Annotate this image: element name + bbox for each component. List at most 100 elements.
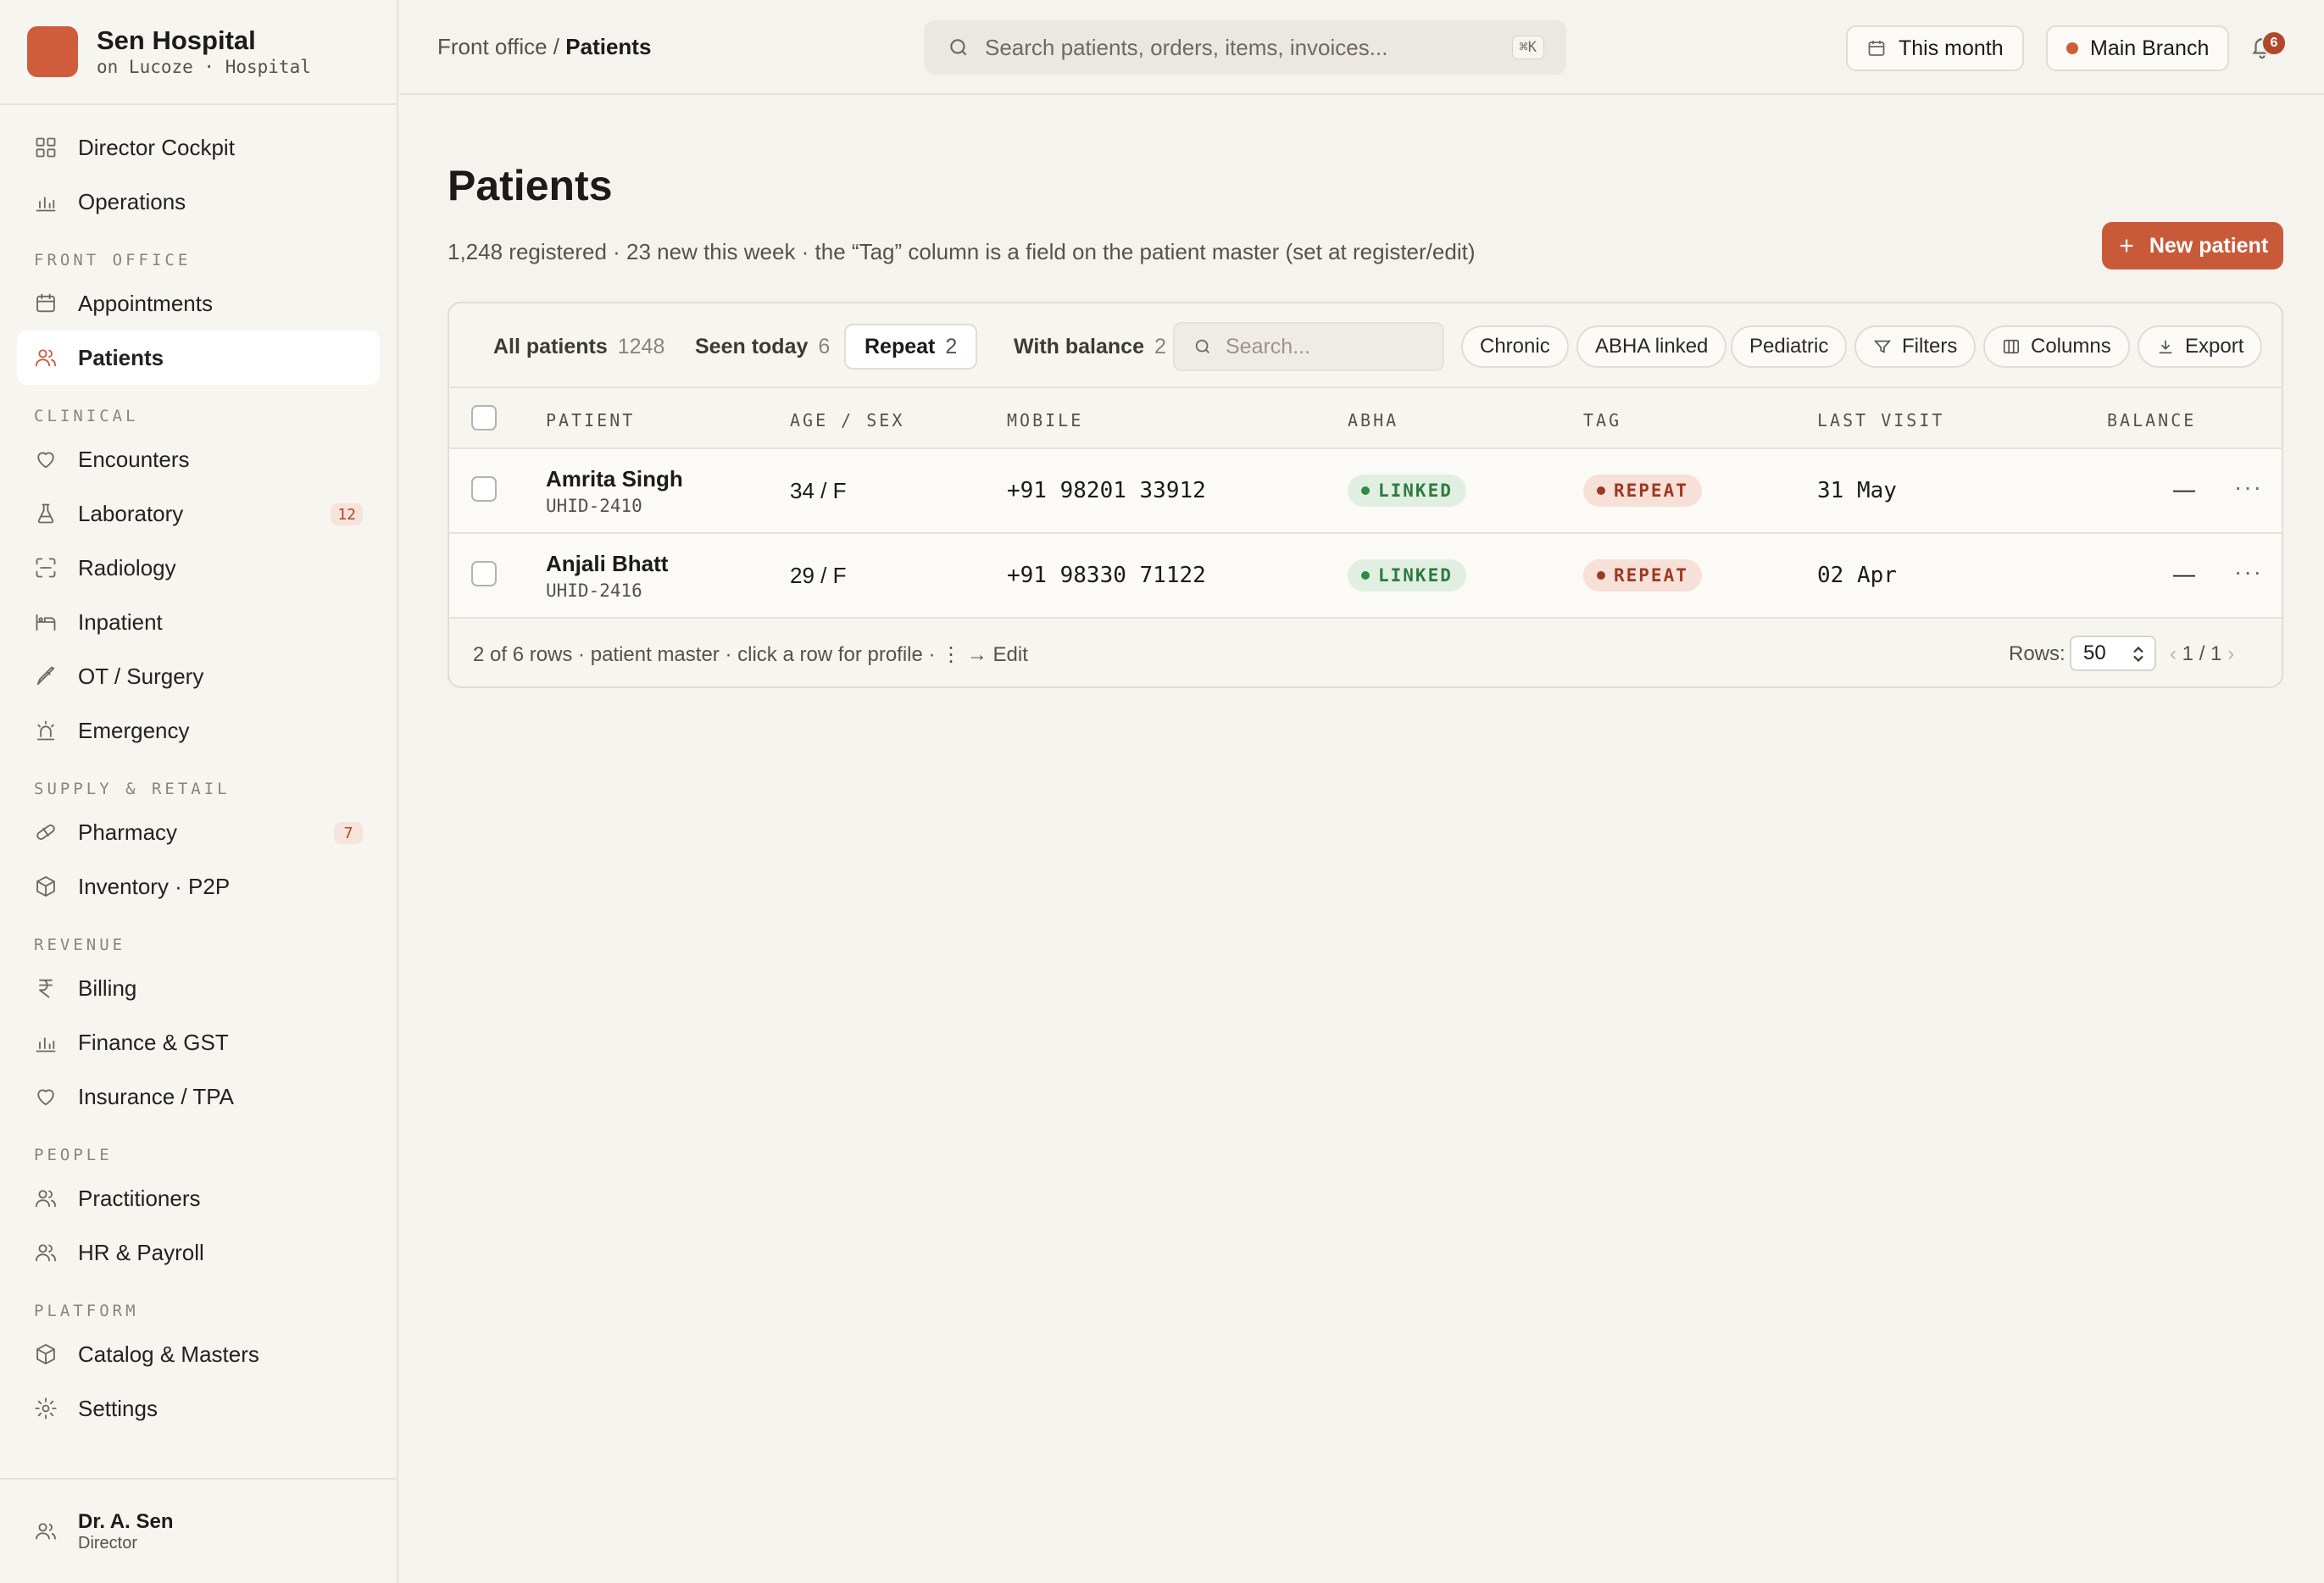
sidebar-item-label: Settings xyxy=(78,1395,158,1421)
breadcrumb-parent[interactable]: Front office / xyxy=(437,34,559,59)
tag-badge: REPEAT xyxy=(1583,559,1702,592)
sidebar-item-label: Inpatient xyxy=(78,608,163,635)
tab-all-patients[interactable]: All patients 1248 xyxy=(475,324,683,369)
table-footer: 2 of 6 rows · patient master · click a r… xyxy=(449,620,2282,686)
new-patient-button[interactable]: New patient xyxy=(2102,222,2283,269)
abha-status-badge: LINKED xyxy=(1348,559,1466,592)
sidebar-item-label: HR & Payroll xyxy=(78,1239,204,1265)
users-icon xyxy=(34,346,58,369)
row-more-icon[interactable]: ··· xyxy=(2234,560,2268,590)
columns-button[interactable]: Columns xyxy=(1983,325,2130,368)
user-role: Director xyxy=(78,1533,138,1552)
chip-abha-linked[interactable]: ABHA linked xyxy=(1576,325,1727,368)
abha-status-badge: LINKED xyxy=(1348,475,1466,507)
sidebar-item-inpatient[interactable]: Inpatient xyxy=(17,595,380,649)
export-button[interactable]: Export xyxy=(2138,325,2263,368)
siren-icon xyxy=(34,719,58,742)
sidebar-item-patients[interactable]: Patients xyxy=(17,330,380,385)
export-label: Export xyxy=(2185,335,2244,358)
heart-icon xyxy=(34,447,58,471)
page-total: 1 xyxy=(2210,642,2222,665)
last-visit: 02 Apr xyxy=(1817,563,1897,588)
table-row[interactable]: Anjali Bhatt UHID-2416 29 / F +91 98330 … xyxy=(449,534,2282,619)
sidebar: Sen Hospital on Lucoze · Hospital Direct… xyxy=(0,0,398,1583)
rupee-icon xyxy=(34,976,58,1000)
box-icon xyxy=(34,875,58,898)
patients-card: All patients 1248 Seen today 6 Repeat 2 Wit… xyxy=(448,302,2283,688)
prev-page-icon[interactable]: ‹ xyxy=(2170,642,2177,665)
select-all-checkbox[interactable] xyxy=(471,405,497,430)
col-balance[interactable]: BALANCE xyxy=(2107,410,2196,430)
row-checkbox[interactable] xyxy=(471,561,497,586)
branch-status-dot xyxy=(2066,42,2078,54)
sidebar-item-finance-gst[interactable]: Finance & GST xyxy=(17,1015,380,1069)
table-row[interactable]: Amrita Singh UHID-2410 34 / F +91 98201 … xyxy=(449,449,2282,534)
rows-per-page-select[interactable]: 50 xyxy=(2070,636,2156,671)
sidebar-item-appointments[interactable]: Appointments xyxy=(17,276,380,330)
patient-cell: Amrita Singh UHID-2410 xyxy=(546,466,683,516)
col-abha[interactable]: ABHA xyxy=(1348,410,1398,430)
row-checkbox[interactable] xyxy=(471,476,497,502)
sidebar-item-label: Inventory · P2P xyxy=(78,873,231,899)
filters-button[interactable]: Filters xyxy=(1854,325,1977,368)
sidebar-item-label: Emergency xyxy=(78,717,190,743)
brand[interactable]: Sen Hospital on Lucoze · Hospital xyxy=(0,0,397,105)
sidebar-item-settings[interactable]: Settings xyxy=(17,1381,380,1436)
grid-icon xyxy=(34,136,58,159)
sidebar-item-label: Insurance / TPA xyxy=(78,1083,235,1109)
box-icon xyxy=(34,1342,58,1366)
row-more-icon[interactable]: ··· xyxy=(2234,475,2268,505)
chip-pediatric[interactable]: Pediatric xyxy=(1731,325,1848,368)
tab-seen-today[interactable]: Seen today 6 xyxy=(676,324,848,369)
sidebar-item-laboratory[interactable]: Laboratory 12 xyxy=(17,486,380,541)
tab-label: With balance xyxy=(1014,334,1144,358)
count-badge: 12 xyxy=(331,503,363,525)
col-age-sex[interactable]: AGE / SEX xyxy=(790,410,904,430)
col-mobile[interactable]: MOBILE xyxy=(1007,410,1083,430)
notification-count-badge: 6 xyxy=(2261,31,2287,56)
age-sex: 29 / F xyxy=(790,563,847,588)
status-dot xyxy=(1597,571,1605,580)
columns-icon xyxy=(2003,339,2020,354)
sidebar-item-hr-payroll[interactable]: HR & Payroll xyxy=(17,1225,380,1280)
tag-label: REPEAT xyxy=(1614,565,1688,586)
nav-section-title: SUPPLY & RETAIL xyxy=(34,780,231,798)
sidebar-item-billing[interactable]: Billing xyxy=(17,961,380,1015)
sidebar-item-label: Finance & GST xyxy=(78,1029,229,1055)
sidebar-item-radiology[interactable]: Radiology xyxy=(17,541,380,595)
sidebar-item-label: Operations xyxy=(78,188,186,214)
abha-status-label: LINKED xyxy=(1378,565,1453,586)
col-last-visit[interactable]: LAST VISIT xyxy=(1817,410,1944,430)
nav-section-title: CLINICAL xyxy=(34,407,139,425)
patient-name: Amrita Singh xyxy=(546,466,683,492)
period-button[interactable]: This month xyxy=(1846,25,2024,71)
tab-repeat[interactable]: Repeat 2 xyxy=(844,324,978,369)
sidebar-item-director-cockpit[interactable]: Director Cockpit xyxy=(17,120,380,175)
count-badge: 7 xyxy=(334,822,363,844)
plus-icon xyxy=(2120,239,2133,253)
filter-icon xyxy=(1873,340,1892,353)
col-tag[interactable]: TAG xyxy=(1583,410,1621,430)
sidebar-item-operations[interactable]: Operations xyxy=(17,175,380,229)
global-search-input[interactable]: Search patients, orders, items, invoices… xyxy=(924,20,1566,75)
sidebar-item-encounters[interactable]: Encounters xyxy=(17,432,380,486)
calendar-icon xyxy=(34,292,58,315)
table-search-input[interactable]: Search... xyxy=(1173,322,1444,371)
sidebar-item-insurance-tpa[interactable]: Insurance / TPA xyxy=(17,1069,380,1124)
col-patient[interactable]: PATIENT xyxy=(546,410,635,430)
brand-logo xyxy=(27,26,78,77)
chip-chronic[interactable]: Chronic xyxy=(1461,325,1569,368)
branch-button[interactable]: Main Branch xyxy=(2046,25,2230,71)
sidebar-item-emergency[interactable]: Emergency xyxy=(17,703,380,758)
tab-with-balance[interactable]: With balance 2 xyxy=(995,324,1185,369)
next-page-icon[interactable]: › xyxy=(2227,642,2234,665)
chip-label: Pediatric xyxy=(1749,335,1829,358)
user-profile[interactable]: Dr. A. Sen Director xyxy=(0,1478,398,1583)
sidebar-item-practitioners[interactable]: Practitioners xyxy=(17,1171,380,1225)
sidebar-item-catalog-masters[interactable]: Catalog & Masters xyxy=(17,1327,380,1381)
sidebar-item-label: OT / Surgery xyxy=(78,663,204,689)
sidebar-item-label: Billing xyxy=(78,975,137,1001)
sidebar-item-inventory-p2p[interactable]: Inventory · P2P xyxy=(17,859,380,914)
sidebar-item-pharmacy[interactable]: Pharmacy 7 xyxy=(17,805,380,859)
sidebar-item-ot-surgery[interactable]: OT / Surgery xyxy=(17,649,380,703)
